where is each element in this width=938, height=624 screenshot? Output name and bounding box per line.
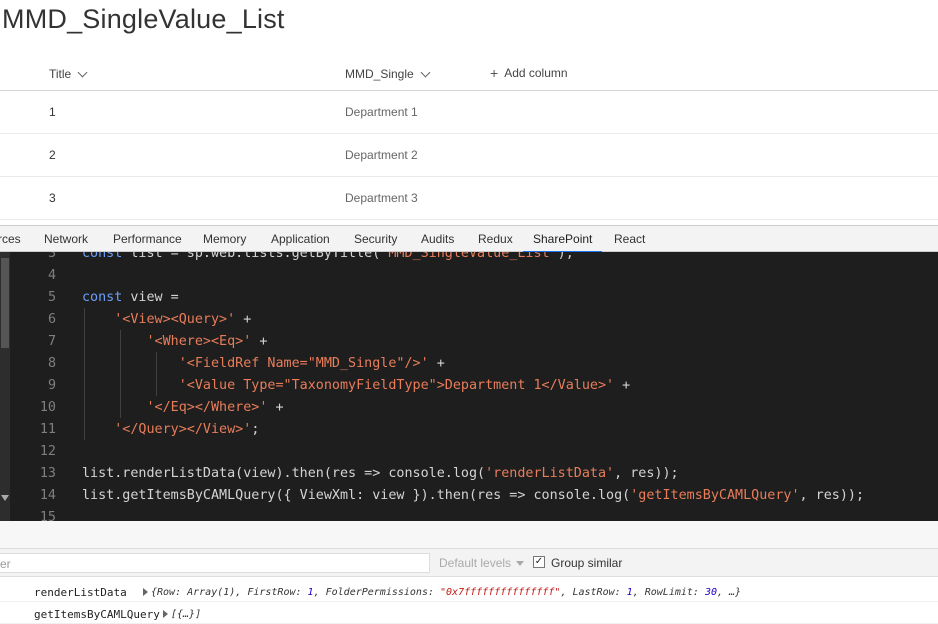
page-title: MMD_SingleValue_List: [2, 4, 285, 34]
table-row[interactable]: 1 Department 1: [0, 91, 938, 134]
tab-memory[interactable]: Memory: [203, 232, 246, 246]
line-number: 11: [39, 422, 56, 437]
expand-arrow-icon[interactable]: [143, 588, 148, 596]
tab-security[interactable]: Security: [354, 232, 397, 246]
console-toolbar: er Default levels ✓ Group similar: [0, 549, 938, 577]
column-header-title[interactable]: Title: [49, 67, 88, 81]
log-object-preview[interactable]: [{…}]: [163, 609, 201, 620]
expand-arrow-icon[interactable]: [163, 610, 168, 618]
line-number: 12: [39, 444, 56, 459]
chevron-down-icon: [516, 561, 525, 567]
row-mmd-single: Department 1: [345, 105, 418, 119]
add-column-label: Add column: [504, 66, 568, 80]
row-mmd-single: Department 2: [345, 148, 418, 162]
code-text: list.getItemsByCAMLQuery({ ViewXml: view…: [82, 488, 865, 503]
console-drawer-spacer: [0, 521, 938, 549]
tab-react[interactable]: React: [614, 232, 645, 246]
log-label: renderListData: [34, 586, 127, 599]
table-row[interactable]: 2 Department 2: [0, 134, 938, 177]
column-header-label: Title: [49, 67, 72, 81]
line-number: 5: [47, 290, 56, 305]
code-text: '<Where><Eq>' +: [146, 334, 268, 349]
tab-application[interactable]: Application: [271, 232, 330, 246]
log-label: getItemsByCAMLQuery: [34, 608, 160, 621]
line-number: 8: [47, 356, 56, 371]
group-similar-label: Group similar: [551, 556, 623, 570]
line-number: 6: [47, 312, 56, 327]
chevron-down-icon: [420, 67, 431, 77]
column-header-label: MMD_Single: [345, 67, 414, 81]
log-levels-label: Default levels: [439, 556, 512, 570]
code-text: '<Value Type="TaxonomyFieldType">Departm…: [178, 378, 631, 393]
line-number: 3: [47, 252, 56, 261]
table-row[interactable]: 3 Department 3: [0, 177, 938, 220]
row-title[interactable]: 3: [49, 191, 56, 205]
column-header-mmd-single[interactable]: MMD_Single: [345, 67, 431, 81]
line-number: 15: [39, 510, 56, 521]
log-levels-dropdown[interactable]: Default levels: [439, 556, 525, 570]
add-column-button[interactable]: + Add column: [490, 65, 568, 81]
tab-audits[interactable]: Audits: [421, 232, 454, 246]
scrollbar-thumb[interactable]: [1, 258, 9, 348]
row-title[interactable]: 1: [49, 105, 56, 119]
indent-guide: [84, 308, 85, 440]
line-number: 9: [47, 378, 56, 393]
code-text: '<FieldRef Name="MMD_Single"/>' +: [178, 356, 445, 371]
code-text: '</Eq></Where>' +: [146, 400, 284, 415]
code-editor[interactable]: 3 const list = sp.web.lists.getByTitle('M…: [0, 252, 938, 521]
row-title[interactable]: 2: [49, 148, 56, 162]
row-mmd-single: Department 3: [345, 191, 418, 205]
tab-sources[interactable]: rces: [0, 232, 21, 246]
log-object-preview[interactable]: {Row: Array(1), FirstRow: 1, FolderPermi…: [143, 587, 741, 598]
console-output: renderListData {Row: Array(1), FirstRow: …: [0, 577, 938, 624]
editor-scrollbar[interactable]: [0, 252, 10, 521]
tab-sharepoint[interactable]: SharePoint: [522, 232, 603, 253]
code-text: '</Query></View>';: [114, 422, 260, 437]
group-similar-checkbox[interactable]: ✓: [533, 556, 545, 568]
code-text: '<View><Query>' +: [114, 312, 252, 327]
chevron-down-icon: [77, 67, 88, 77]
console-log-entry[interactable]: getItemsByCAMLQuery [{…}]: [0, 602, 938, 624]
line-number: 13: [39, 466, 56, 481]
code-text: const view =: [82, 290, 179, 305]
line-number: 10: [39, 400, 56, 415]
list-header: Title MMD_Single + Add column: [0, 58, 938, 91]
line-number: 14: [39, 488, 56, 503]
tab-redux[interactable]: Redux: [478, 232, 513, 246]
console-filter-input[interactable]: er: [0, 553, 430, 573]
line-number: 7: [47, 334, 56, 349]
plus-icon: +: [490, 65, 499, 81]
code-text: const list = sp.web.lists.getByTitle('MM…: [82, 252, 574, 261]
devtools-tab-bar: rces Network Performance Memory Applicat…: [0, 225, 938, 253]
code-text: list.renderListData(view).then(res => co…: [82, 466, 679, 481]
scroll-down-icon[interactable]: [1, 495, 9, 501]
line-number: 4: [47, 268, 56, 283]
tab-performance[interactable]: Performance: [113, 232, 182, 246]
console-log-entry[interactable]: renderListData {Row: Array(1), FirstRow: …: [0, 580, 938, 602]
tab-network[interactable]: Network: [44, 232, 88, 246]
